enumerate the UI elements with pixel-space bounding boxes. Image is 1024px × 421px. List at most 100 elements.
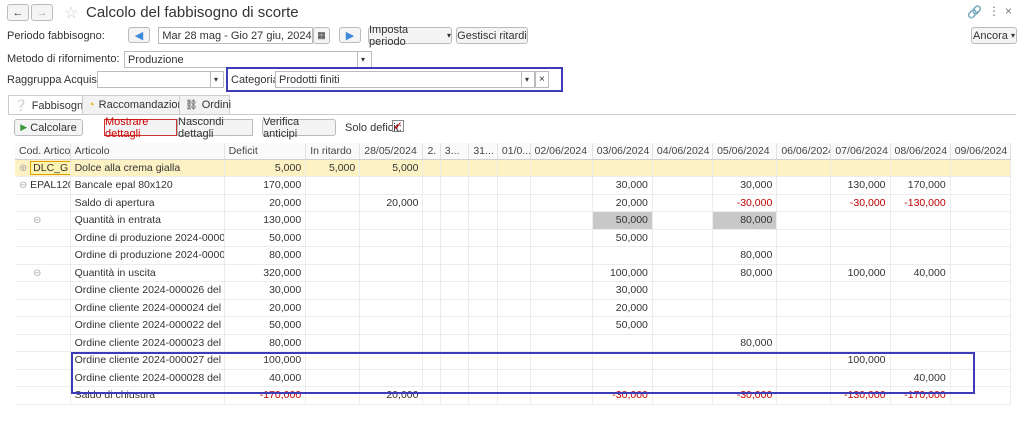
value-cell bbox=[440, 334, 470, 352]
group-dropdown-button[interactable]: ▾ bbox=[210, 71, 224, 88]
value-cell: 40,000 bbox=[890, 264, 951, 282]
value-cell bbox=[950, 176, 1012, 195]
item-code-cell bbox=[15, 334, 71, 352]
value-cell bbox=[712, 281, 778, 300]
table-row[interactable]: Saldo di apertura 20,000 20,000 20,000 -30,0… bbox=[15, 194, 1012, 212]
value-cell bbox=[468, 264, 498, 282]
value-cell: -30,000 bbox=[830, 194, 891, 212]
column-header[interactable]: 04/06/2024 bbox=[652, 143, 714, 160]
period-field[interactable]: Mar 28 mag - Gio 27 giu, 2024 bbox=[158, 27, 313, 44]
column-header[interactable]: 2. bbox=[422, 143, 441, 160]
table-row[interactable]: Ordine cliente 2024-000023 del 27/...80,… bbox=[15, 334, 1012, 352]
only-deficit-checkbox[interactable]: ✓ bbox=[392, 120, 404, 132]
method-dropdown-button[interactable]: ▾ bbox=[357, 51, 372, 68]
column-header[interactable]: 03/06/2024 bbox=[592, 143, 653, 160]
value-cell bbox=[830, 281, 891, 300]
value-cell bbox=[497, 334, 531, 352]
calculate-button[interactable]: ▶ Calcolare bbox=[14, 119, 83, 136]
truck-icon: ⛓ bbox=[185, 99, 198, 111]
item-code-cell bbox=[15, 194, 71, 212]
value-cell bbox=[305, 299, 361, 317]
favorite-star-icon[interactable]: ☆ bbox=[64, 3, 78, 23]
column-header[interactable]: 28/05/2024 bbox=[359, 143, 424, 160]
value-cell: -30,000 bbox=[712, 194, 778, 212]
table-row[interactable]: ⊕ DLC_G Dolce alla crema gialla 5,000 5,000… bbox=[15, 159, 1012, 177]
value-cell bbox=[530, 316, 593, 335]
value-cell bbox=[359, 281, 424, 300]
column-header[interactable]: 02/06/2024 bbox=[530, 143, 593, 160]
value-cell bbox=[712, 229, 778, 247]
table-row[interactable]: Ordine di produzione 2024-000009 ...80,0… bbox=[15, 246, 1012, 265]
value-cell bbox=[359, 334, 424, 352]
value-cell: 80,000 bbox=[712, 264, 778, 282]
table-row[interactable]: Ordine di produzione 2024-000008 ...50,0… bbox=[15, 229, 1012, 247]
item-code-cell bbox=[15, 351, 71, 370]
tab-fabbisogno[interactable]: ❔ Fabbisogno bbox=[8, 95, 89, 115]
value-cell bbox=[950, 264, 1012, 282]
item-code-cell bbox=[15, 281, 71, 300]
table-row[interactable]: Ordine cliente 2024-000022 del 27/...50,… bbox=[15, 316, 1012, 335]
page-title: Calcolo del fabbisogno di scorte bbox=[86, 4, 299, 21]
value-cell bbox=[592, 246, 653, 265]
group-field[interactable] bbox=[97, 71, 211, 88]
manage-delays-button[interactable]: Gestisci ritardi bbox=[456, 27, 528, 44]
more-vert-icon[interactable]: ⋮ bbox=[988, 4, 1000, 18]
column-header[interactable]: 05/06/2024 bbox=[712, 143, 778, 160]
calendar-icon[interactable]: ▦ bbox=[313, 27, 330, 44]
expand-icon[interactable]: ⊕ bbox=[19, 163, 30, 174]
value-cell bbox=[890, 299, 951, 317]
value-cell bbox=[440, 299, 470, 317]
next-period-button[interactable]: ▶ bbox=[339, 27, 361, 43]
column-header[interactable]: 09/06/2024 bbox=[950, 143, 1012, 160]
value-cell bbox=[712, 299, 778, 317]
value-cell bbox=[440, 211, 470, 230]
more-button[interactable]: Ancora ▾ bbox=[971, 27, 1017, 44]
forward-button[interactable]: → bbox=[31, 4, 53, 21]
back-button[interactable]: ← bbox=[7, 4, 29, 21]
close-icon[interactable]: × bbox=[1005, 4, 1012, 18]
column-header[interactable]: 08/06/2024 bbox=[890, 143, 951, 160]
item-name-cell: Dolce alla crema gialla bbox=[70, 159, 225, 177]
column-header[interactable]: Articolo bbox=[70, 143, 225, 160]
tab-raccomandazioni[interactable]: ◔ Raccomandazioni bbox=[82, 95, 186, 114]
column-header[interactable]: Deficit bbox=[224, 143, 307, 160]
show-details-button[interactable]: Mostrare dettagli bbox=[104, 116, 177, 140]
link-icon[interactable]: 🔗 bbox=[967, 5, 982, 19]
tab-ordini[interactable]: ⛓ Ordini bbox=[179, 95, 231, 114]
table-row[interactable]: Ordine cliente 2024-000024 del 27/...20,… bbox=[15, 299, 1012, 317]
table-row[interactable]: ⊖ Quantità in uscita 320,000 100,000 80,000 1… bbox=[15, 264, 1012, 282]
value-cell: 30,000 bbox=[592, 176, 653, 195]
value-cell bbox=[305, 264, 361, 282]
column-header[interactable]: 07/06/2024 bbox=[830, 143, 891, 160]
table-row[interactable]: Ordine cliente 2024-000026 del 27/...30,… bbox=[15, 281, 1012, 300]
value-cell bbox=[440, 281, 470, 300]
value-cell: 50,000 bbox=[592, 211, 653, 230]
value-cell bbox=[359, 176, 424, 195]
prev-period-button[interactable]: ◀ bbox=[128, 27, 150, 43]
collapse-icon[interactable]: ⊖ bbox=[19, 180, 30, 191]
value-cell bbox=[359, 316, 424, 335]
column-header[interactable]: 01/0... bbox=[497, 143, 531, 160]
value-cell bbox=[468, 316, 498, 335]
column-header[interactable]: 06/06/2024 bbox=[776, 143, 832, 160]
column-header[interactable]: 3... bbox=[440, 143, 470, 160]
item-name-cell: Ordine cliente 2024-000024 del 27/... bbox=[70, 299, 225, 317]
column-header[interactable]: Cod. Articolo bbox=[15, 143, 71, 160]
method-field[interactable]: Produzione bbox=[124, 51, 358, 68]
table-row[interactable]: ⊖ EPAL120 Bancale epal 80x120 170,000 30,00… bbox=[15, 176, 1012, 195]
value-cell: 50,000 bbox=[224, 229, 307, 247]
collapse-icon[interactable]: ⊖ bbox=[19, 215, 41, 226]
play-icon: ▶ bbox=[20, 122, 28, 132]
value-cell: 20,000 bbox=[592, 194, 653, 212]
collapse-icon[interactable]: ⊖ bbox=[19, 268, 41, 279]
hide-details-button[interactable]: Nascondi dettagli bbox=[177, 116, 253, 140]
value-cell bbox=[530, 281, 593, 300]
value-cell bbox=[440, 246, 470, 265]
value-cell bbox=[890, 334, 951, 352]
value-cell: 20,000 bbox=[224, 194, 307, 212]
check-advances-button[interactable]: Verifica anticipi bbox=[262, 116, 336, 140]
column-header[interactable]: In ritardo bbox=[305, 143, 361, 160]
table-row[interactable]: ⊖ Quantità in entrata 130,000 50,000 80,000 bbox=[15, 211, 1012, 230]
set-period-button[interactable]: Imposta periodo ▾ bbox=[368, 24, 452, 48]
column-header[interactable]: 31... bbox=[468, 143, 498, 160]
